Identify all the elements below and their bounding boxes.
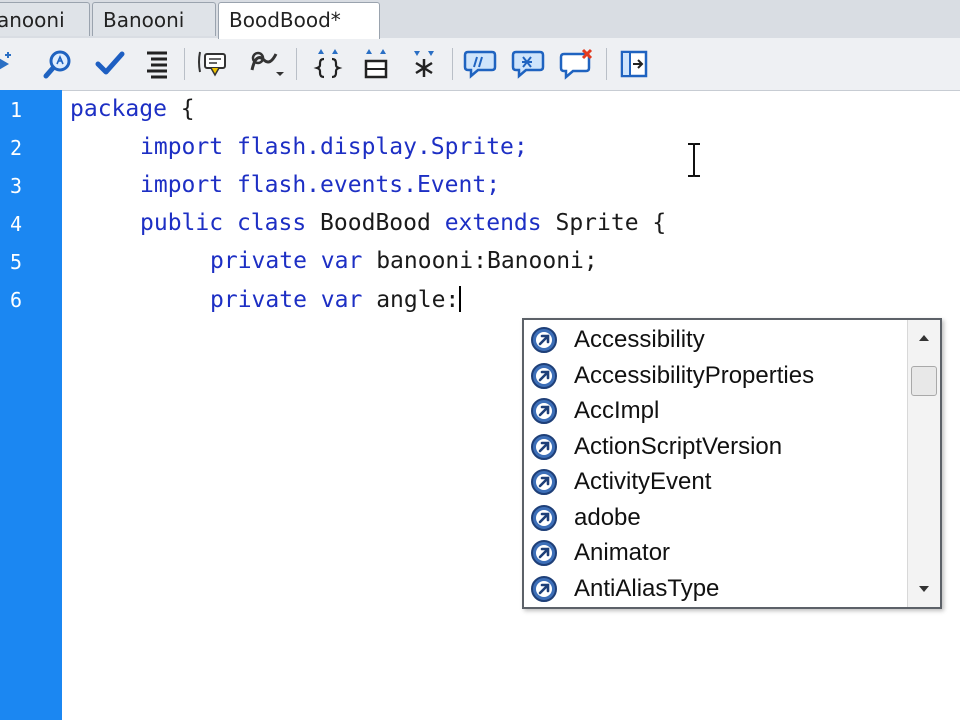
ibeam-cursor-icon	[688, 143, 700, 177]
tab-label: BoodBood*	[229, 8, 341, 32]
keyword: import	[140, 172, 224, 198]
code-text: {	[166, 96, 195, 122]
code-hint-popup[interactable]: Accessibility AccessibilityProperties AccI…	[522, 318, 942, 609]
class-hint-icon	[531, 469, 557, 495]
class-hint-icon	[531, 433, 557, 460]
code-text: flash.events.Event;	[223, 172, 501, 198]
code-hint-item[interactable]: ActivityEvent	[530, 465, 711, 499]
code-line: private var angle:	[210, 286, 462, 313]
code-hint-item[interactable]: ActionScriptVersion	[530, 430, 782, 464]
code-hint-list: Accessibility AccessibilityProperties AccI…	[524, 320, 908, 607]
collapse-braces-icon[interactable]	[310, 46, 346, 82]
expand-all-icon[interactable]	[406, 46, 442, 82]
code-line: private var banooni:Banooni;	[210, 248, 598, 274]
code-hint-label: ActivityEvent	[574, 468, 712, 495]
chevron-up-icon	[919, 335, 929, 341]
code-line: import flash.display.Sprite;	[140, 134, 528, 160]
line-number: 4	[10, 212, 23, 236]
tab-label: anooni	[0, 8, 65, 32]
line-number-gutter: 1 2 3 4 5 6	[0, 90, 62, 720]
class-hint-icon	[531, 540, 557, 566]
toolbar-separator	[184, 48, 185, 80]
line-number: 2	[10, 136, 23, 160]
keyword: import	[140, 134, 224, 160]
text-caret	[459, 286, 462, 312]
tab-label: Banooni	[103, 8, 185, 32]
scrollbar-thumb[interactable]	[911, 366, 937, 396]
auto-format-icon[interactable]	[138, 46, 174, 82]
line-number: 1	[10, 98, 23, 122]
code-text: banooni:Banooni;	[362, 248, 598, 274]
code-hint-label: AccessibilityProperties	[574, 361, 815, 389]
document-tab-bar: anooni Banooni BoodBood*	[0, 0, 960, 39]
class-hint-icon	[531, 575, 557, 602]
tab-banooni[interactable]: Banooni	[92, 2, 216, 36]
code-line: package {	[70, 96, 195, 122]
toggle-panel-icon[interactable]	[616, 46, 652, 82]
tab-anooni[interactable]: anooni	[0, 2, 90, 36]
code-hint-label: ActionScriptVersion	[574, 432, 783, 460]
line-number: 6	[10, 288, 23, 312]
keyword: package	[70, 96, 167, 122]
code-hint-label: Accessibility	[574, 326, 705, 353]
keyword: private	[210, 248, 307, 274]
code-line: import flash.events.Event;	[140, 172, 500, 198]
code-hint-item[interactable]: AntiAliasType	[530, 572, 719, 606]
scroll-down-button[interactable]	[908, 575, 940, 603]
toolbar-separator	[296, 48, 297, 80]
class-hint-icon	[531, 398, 557, 424]
code-text: flash.display.Sprite;	[223, 134, 528, 160]
remove-comment-icon[interactable]	[558, 46, 594, 82]
code-text: Sprite {	[541, 210, 667, 236]
keyword: extends	[444, 210, 542, 236]
find-icon[interactable]	[40, 46, 76, 82]
keyword: public	[140, 210, 224, 236]
code-hint-item[interactable]: AccessibilityProperties	[530, 359, 814, 393]
chevron-down-icon	[919, 586, 929, 592]
code-hint-scrollbar[interactable]	[907, 320, 940, 607]
code-hint-label: AccImpl	[574, 397, 660, 424]
code-hint-item[interactable]: AccImpl	[530, 394, 659, 428]
check-syntax-icon[interactable]	[92, 46, 128, 82]
keyword: var	[320, 287, 363, 313]
line-number: 3	[10, 174, 23, 198]
code-hint-item[interactable]: Accessibility	[530, 323, 705, 357]
code-line: public class BoodBood extends Sprite {	[140, 210, 666, 236]
toolbar-separator	[452, 48, 453, 80]
show-code-hint-icon[interactable]	[196, 46, 232, 82]
code-hint-label: AntiAliasType	[574, 574, 720, 602]
code-text: BoodBood	[306, 210, 445, 236]
keyword: private	[210, 287, 307, 313]
scroll-up-button[interactable]	[908, 324, 940, 352]
line-number: 5	[10, 250, 23, 274]
toolbar-separator	[606, 48, 607, 80]
keyword: class	[236, 210, 307, 236]
collapse-selection-icon[interactable]	[358, 46, 394, 82]
tab-boodbood[interactable]: BoodBood*	[218, 2, 380, 39]
debug-options-icon[interactable]	[248, 46, 284, 82]
code-hint-item[interactable]: adobe	[530, 501, 641, 535]
code-hint-label: Animator	[574, 539, 671, 566]
add-icon[interactable]	[0, 46, 24, 82]
class-hint-icon	[531, 327, 557, 353]
apply-comment-icon[interactable]	[462, 46, 498, 82]
code-text: angle:	[362, 287, 460, 313]
code-hint-label: adobe	[574, 503, 641, 531]
script-toolbar	[0, 38, 960, 91]
keyword: var	[320, 248, 363, 274]
class-hint-icon	[531, 362, 557, 389]
apply-block-comment-icon[interactable]	[510, 46, 546, 82]
code-hint-item[interactable]: Animator	[530, 536, 670, 570]
class-hint-icon	[531, 504, 557, 531]
